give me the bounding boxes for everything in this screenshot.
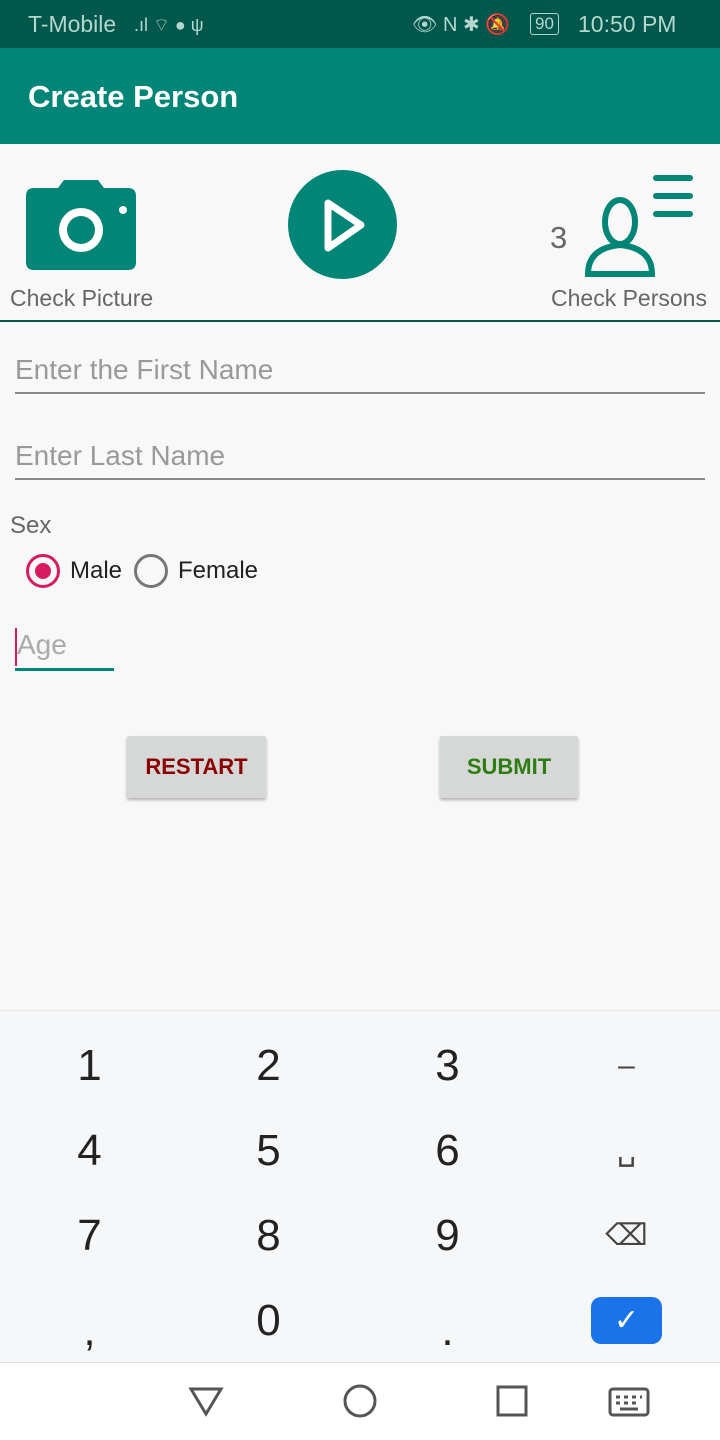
- key-5[interactable]: 5: [179, 1108, 358, 1193]
- radio-checked-icon: [26, 554, 60, 588]
- age-input[interactable]: Age: [15, 624, 114, 671]
- page-title: Create Person: [28, 79, 239, 114]
- navigation-bar: [0, 1362, 720, 1440]
- key-label: 3: [435, 1040, 460, 1090]
- clock: 10:50 PM: [578, 11, 677, 37]
- key-label: ⌫: [605, 1219, 648, 1252]
- app-bar: Create Person: [0, 48, 720, 144]
- check-persons-label: Check Persons: [551, 285, 707, 311]
- radio-unchecked-icon: [134, 554, 168, 588]
- numeric-keyboard: 1 2 3 – 4 5 6 ␣ 7 8 9 ⌫, 0. ✓: [0, 1010, 720, 1362]
- key-label: 9: [435, 1210, 460, 1260]
- battery-icon: 90: [530, 13, 559, 35]
- key-label: 2: [256, 1040, 281, 1090]
- key-2[interactable]: 2: [179, 1023, 358, 1108]
- key-6[interactable]: 6: [358, 1108, 537, 1193]
- first-name-input[interactable]: Enter the First Name: [15, 354, 705, 394]
- divider: [0, 320, 720, 322]
- submit-button[interactable]: SUBMIT: [440, 736, 578, 798]
- key-label: ,: [83, 1305, 96, 1355]
- radio-male[interactable]: Male: [26, 554, 122, 588]
- restart-button[interactable]: RESTART: [127, 736, 266, 798]
- key-space[interactable]: ␣: [537, 1108, 716, 1193]
- key-label: ␣: [616, 1134, 637, 1167]
- person-count: 3: [550, 220, 568, 255]
- camera-icon: [26, 180, 136, 270]
- keyboard-switch-icon[interactable]: [608, 1387, 650, 1417]
- key-8[interactable]: 8: [179, 1193, 358, 1278]
- key-1[interactable]: 1: [0, 1023, 179, 1108]
- key-4[interactable]: 4: [0, 1108, 179, 1193]
- sex-label: Sex: [10, 512, 52, 539]
- key-label: 0: [256, 1295, 281, 1345]
- key-label: .: [441, 1305, 454, 1355]
- key-backspace[interactable]: ⌫: [537, 1193, 716, 1278]
- signal-wifi-spotify-usb-icons: .ıl ⌔ ● ψ: [134, 15, 204, 35]
- key-9[interactable]: 9: [358, 1193, 537, 1278]
- key-period[interactable]: .: [358, 1278, 537, 1363]
- check-picture-label: Check Picture: [10, 285, 154, 311]
- male-label: Male: [70, 557, 123, 584]
- play-button[interactable]: [288, 170, 397, 279]
- key-label: ✓: [591, 1297, 662, 1344]
- key-7[interactable]: 7: [0, 1193, 179, 1278]
- home-icon[interactable]: [342, 1383, 378, 1419]
- key-label: 6: [435, 1125, 460, 1175]
- key-3[interactable]: 3: [358, 1023, 537, 1108]
- key-comma[interactable]: ,: [0, 1278, 179, 1363]
- radio-female[interactable]: Female: [134, 554, 258, 588]
- key-label: 4: [77, 1125, 102, 1175]
- carrier: T-Mobile: [28, 11, 117, 37]
- back-icon[interactable]: [188, 1385, 224, 1417]
- eye-nfc-bluetooth-mute-icons: 👁 N ✱ 🔕: [412, 14, 511, 36]
- key-label: 5: [256, 1125, 281, 1175]
- female-label: Female: [178, 557, 259, 584]
- key-label: 1: [77, 1040, 102, 1090]
- key-label: 7: [77, 1210, 102, 1260]
- key-label: –: [618, 1048, 635, 1082]
- key-label: 8: [256, 1210, 281, 1260]
- recents-icon[interactable]: [496, 1385, 528, 1417]
- key-0[interactable]: 0: [179, 1278, 358, 1363]
- status-bar: T-Mobile .ıl ⌔ ● ψ 👁 N ✱ 🔕 90 10:50 PM: [0, 0, 720, 48]
- check-picture-button[interactable]: Check Picture: [10, 175, 160, 311]
- key-done[interactable]: ✓: [537, 1278, 716, 1363]
- person-list-icon: [584, 175, 693, 277]
- last-name-input[interactable]: Enter Last Name: [15, 440, 705, 480]
- check-persons-button[interactable]: 3 Check Persons: [550, 165, 715, 311]
- key-minus[interactable]: –: [537, 1023, 716, 1108]
